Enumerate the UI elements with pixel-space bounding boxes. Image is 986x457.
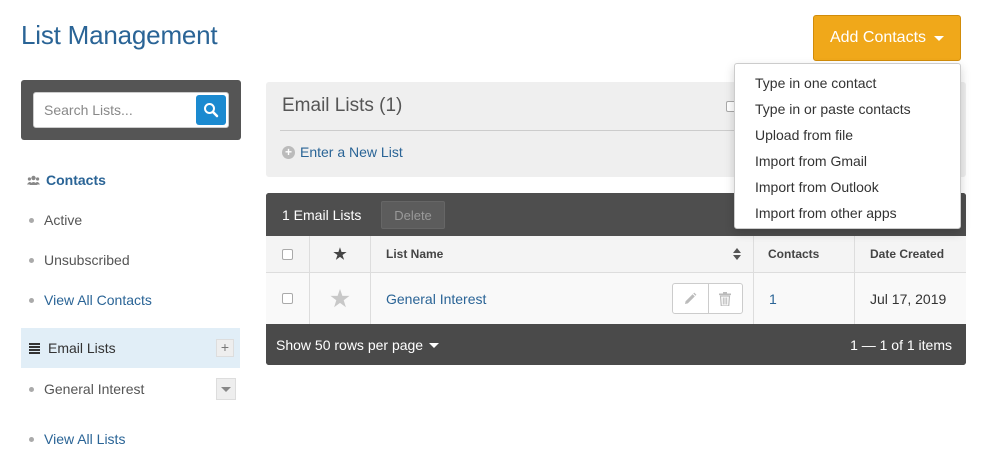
- search-icon: [204, 103, 219, 118]
- search-input[interactable]: [34, 93, 194, 127]
- header-list-name[interactable]: List Name: [371, 236, 754, 272]
- edit-button[interactable]: [673, 284, 708, 313]
- header-select-cell: [266, 236, 310, 272]
- row-checkbox[interactable]: [282, 293, 293, 304]
- menu-item-outlook[interactable]: Import from Outlook: [735, 174, 960, 200]
- lists-count: 1 Email Lists: [282, 207, 362, 223]
- add-list-button[interactable]: +: [216, 339, 234, 357]
- sidebar-item-general-interest[interactable]: General Interest: [21, 378, 240, 402]
- sidebar-item-active[interactable]: Active: [29, 212, 82, 228]
- caret-down-icon: [934, 35, 945, 41]
- sidebar-item-label: Unsubscribed: [44, 252, 130, 268]
- add-contacts-button[interactable]: Add Contacts: [813, 15, 961, 61]
- sidebar-item-label: Active: [44, 212, 83, 228]
- row-name-cell: General Interest: [371, 273, 754, 324]
- star-column-icon[interactable]: ★: [333, 245, 346, 263]
- bullet-icon: [29, 257, 34, 263]
- contacts-label: Contacts: [46, 172, 106, 188]
- menu-item-upload[interactable]: Upload from file: [735, 122, 960, 148]
- star-icon[interactable]: [330, 289, 350, 308]
- menu-item-type-one[interactable]: Type in one contact: [735, 70, 960, 96]
- sidebar-contacts-heading[interactable]: Contacts: [27, 172, 106, 188]
- date-created-value: Jul 17, 2019: [870, 290, 947, 307]
- bullet-icon: [29, 386, 34, 392]
- menu-item-gmail[interactable]: Import from Gmail: [735, 148, 960, 174]
- table-footer: Show 50 rows per page 1 — 1 of 1 items: [266, 324, 966, 365]
- delete-button[interactable]: Delete: [381, 201, 445, 229]
- sidebar-item-label: General Interest: [44, 381, 145, 397]
- sidebar-item-label: View All Contacts: [44, 292, 152, 308]
- column-header-contacts: Contacts: [768, 247, 820, 261]
- select-all-checkbox[interactable]: [282, 248, 293, 260]
- sidebar-item-label: View All Lists: [44, 431, 126, 447]
- pagination-info: 1 — 1 of 1 items: [850, 337, 952, 353]
- add-contacts-menu: Type in one contact Type in or paste con…: [734, 63, 961, 229]
- table-header: ★ List Name Contacts Date Created: [266, 236, 966, 273]
- enter-new-list-link[interactable]: + Enter a New List: [282, 144, 403, 160]
- bullet-icon: [29, 297, 34, 303]
- header-contacts[interactable]: Contacts: [754, 236, 855, 272]
- delete-row-button[interactable]: [707, 284, 743, 313]
- table-row: General Interest 1 Jul 17, 2019: [266, 273, 966, 324]
- row-date-cell: Jul 17, 2019: [855, 273, 966, 324]
- sort-icon: [733, 248, 741, 262]
- menu-item-paste[interactable]: Type in or paste contacts: [735, 96, 960, 122]
- add-contacts-label: Add Contacts: [829, 29, 927, 46]
- sidebar-item-view-all-lists[interactable]: View All Lists: [29, 431, 125, 447]
- list-options-toggle[interactable]: [216, 378, 236, 400]
- page-title: List Management: [21, 20, 218, 50]
- sidebar-item-view-all-contacts[interactable]: View All Contacts: [29, 292, 152, 308]
- panel-title: Email Lists (1): [282, 95, 403, 116]
- search-box: [21, 80, 241, 140]
- list-icon: [29, 342, 40, 354]
- header-star-cell: ★: [310, 236, 371, 272]
- sidebar-item-unsubscribed[interactable]: Unsubscribed: [29, 252, 130, 268]
- row-actions: [672, 283, 743, 314]
- contacts-count-link[interactable]: 1: [769, 291, 777, 307]
- new-list-label: Enter a New List: [300, 144, 403, 160]
- rows-per-page-select[interactable]: Show 50 rows per page: [276, 337, 440, 353]
- search-field: [33, 92, 229, 128]
- rows-per-page-label: Show 50 rows per page: [276, 337, 424, 353]
- caret-down-icon: [429, 342, 440, 348]
- search-button[interactable]: [196, 95, 226, 125]
- list-name-link[interactable]: General Interest: [386, 291, 486, 307]
- sidebar-item-email-lists[interactable]: Email Lists +: [21, 328, 240, 368]
- users-icon: [27, 175, 40, 185]
- sidebar-list-item: General Interest: [29, 381, 144, 397]
- bullet-icon: [29, 217, 34, 223]
- row-contacts-cell: 1: [754, 273, 855, 324]
- header-date-created[interactable]: Date Created: [855, 236, 966, 272]
- plus-circle-icon: +: [282, 145, 295, 159]
- caret-down-icon: [221, 386, 231, 392]
- email-lists-label: Email Lists: [48, 340, 116, 356]
- column-header-list-name: List Name: [386, 247, 444, 261]
- menu-item-other-apps[interactable]: Import from other apps: [735, 200, 960, 226]
- column-header-date-created: Date Created: [870, 247, 945, 261]
- bullet-icon: [29, 436, 34, 442]
- row-star-cell: [310, 273, 371, 324]
- row-select-cell: [266, 273, 310, 324]
- trash-icon: [719, 291, 732, 306]
- pencil-icon: [685, 292, 697, 304]
